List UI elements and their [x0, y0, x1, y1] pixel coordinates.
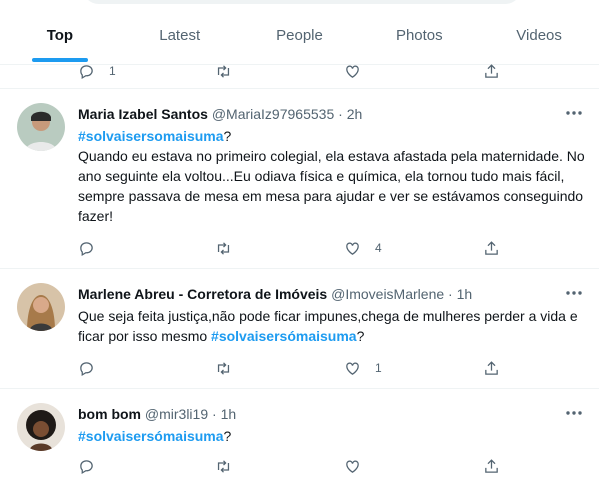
like-button[interactable]: 1	[344, 357, 382, 379]
tweet-text: Que seja feita justiça,não pode ficar im…	[78, 306, 585, 346]
search-bar[interactable]	[82, 0, 522, 4]
tweet-text: #solvaisersomaisuma? Quando eu estava no…	[78, 126, 585, 226]
reply-button[interactable]	[78, 455, 109, 477]
share-icon	[485, 240, 498, 255]
tab-label: Latest	[159, 27, 201, 44]
tweet[interactable]: Marlene Abreu - Corretora de Imóveis @Im…	[0, 269, 599, 389]
tweet-header: Marlene Abreu - Corretora de Imóveis @Im…	[78, 285, 585, 304]
avatar-image	[17, 403, 65, 451]
separator-dot: ·	[338, 106, 343, 122]
like-button[interactable]	[344, 455, 375, 477]
hashtag-link[interactable]: #solvaisersomaisuma	[78, 128, 224, 144]
tab-label: Photos	[395, 27, 443, 44]
tweet-actions	[78, 455, 518, 477]
share-icon	[485, 360, 498, 375]
reply-icon	[80, 459, 93, 474]
separator-dot: ·	[448, 286, 453, 302]
retweet-icon	[217, 241, 230, 255]
tweet[interactable]: Maria Izabel Santos @MariaIz97965535 · 2…	[0, 89, 599, 269]
reply-button[interactable]	[78, 357, 109, 379]
more-button[interactable]	[563, 403, 585, 423]
more-button[interactable]	[563, 283, 585, 303]
avatar-image	[17, 283, 65, 331]
retweet-icon	[217, 361, 230, 375]
tweet-text-suffix: ?	[223, 128, 232, 144]
tweet-text: #solvaisersómaisuma?	[78, 426, 585, 446]
separator-dot: ·	[212, 406, 217, 422]
tweet-body: bom bom @mir3li19 · 1h #solvaisersómaisu…	[78, 405, 585, 446]
retweet-button[interactable]	[215, 357, 246, 379]
avatar[interactable]	[17, 403, 65, 451]
retweet-icon	[217, 459, 230, 473]
retweet-button[interactable]	[215, 237, 246, 259]
timestamp[interactable]: 1h	[221, 406, 237, 422]
share-icon	[485, 63, 498, 78]
display-name[interactable]: Marlene Abreu - Corretora de Imóveis	[78, 286, 327, 302]
like-button[interactable]: 4	[344, 237, 382, 259]
partial-tweet: 1	[0, 52, 599, 89]
retweet-button[interactable]	[215, 60, 232, 82]
like-count: 4	[375, 241, 382, 255]
reply-button[interactable]: 1	[78, 60, 116, 82]
user-handle[interactable]: @ImoveisMarlene	[331, 286, 444, 302]
avatar[interactable]	[17, 103, 65, 151]
like-count: 1	[375, 361, 382, 375]
user-handle[interactable]: @mir3li19	[145, 406, 208, 422]
user-handle[interactable]: @MariaIz97965535	[212, 106, 334, 122]
display-name[interactable]: bom bom	[78, 406, 141, 422]
tweet-text-suffix: ?	[356, 328, 365, 344]
reply-count: 1	[109, 64, 116, 78]
avatar[interactable]	[17, 283, 65, 331]
heart-icon	[346, 242, 359, 255]
tweet[interactable]: bom bom @mir3li19 · 1h #solvaisersómaisu…	[0, 389, 599, 482]
timestamp[interactable]: 1h	[457, 286, 473, 302]
more-button[interactable]	[563, 103, 585, 123]
share-button[interactable]	[483, 357, 500, 379]
reply-icon	[80, 241, 93, 256]
share-button[interactable]	[483, 60, 500, 82]
tweet-body: Marlene Abreu - Corretora de Imóveis @Im…	[78, 285, 585, 346]
display-name[interactable]: Maria Izabel Santos	[78, 106, 208, 122]
heart-icon	[346, 65, 359, 78]
hashtag-link[interactable]: #solvaisersómaisuma	[211, 328, 357, 344]
share-button[interactable]	[483, 455, 500, 477]
heart-icon	[346, 362, 359, 375]
tweet-header: bom bom @mir3li19 · 1h	[78, 405, 585, 424]
avatar-image	[17, 103, 65, 151]
heart-icon	[346, 460, 359, 473]
tweet-header: Maria Izabel Santos @MariaIz97965535 · 2…	[78, 105, 585, 124]
share-button[interactable]	[483, 237, 500, 259]
reply-icon	[80, 64, 93, 79]
hashtag-link[interactable]: #solvaisersómaisuma	[78, 428, 224, 444]
reply-icon	[80, 361, 93, 376]
retweet-button[interactable]	[215, 455, 246, 477]
more-icon	[566, 111, 582, 115]
tweet-actions: 4	[78, 237, 518, 259]
tab-label: People	[276, 27, 323, 44]
reply-button[interactable]	[78, 237, 109, 259]
tweet-actions: 1	[78, 357, 518, 379]
more-icon	[566, 411, 582, 415]
tweet-text-body: Quando eu estava no primeiro colegial, e…	[78, 148, 585, 224]
tweet-text-suffix: ?	[223, 428, 232, 444]
more-icon	[566, 291, 582, 295]
tweet-body: Maria Izabel Santos @MariaIz97965535 · 2…	[78, 105, 585, 226]
share-icon	[485, 458, 498, 473]
tweet-actions: 1	[78, 60, 518, 82]
tab-label: Videos	[516, 27, 562, 44]
timestamp[interactable]: 2h	[347, 106, 363, 122]
like-button[interactable]	[344, 60, 361, 82]
tab-label: Top	[46, 27, 74, 44]
retweet-icon	[217, 64, 230, 78]
